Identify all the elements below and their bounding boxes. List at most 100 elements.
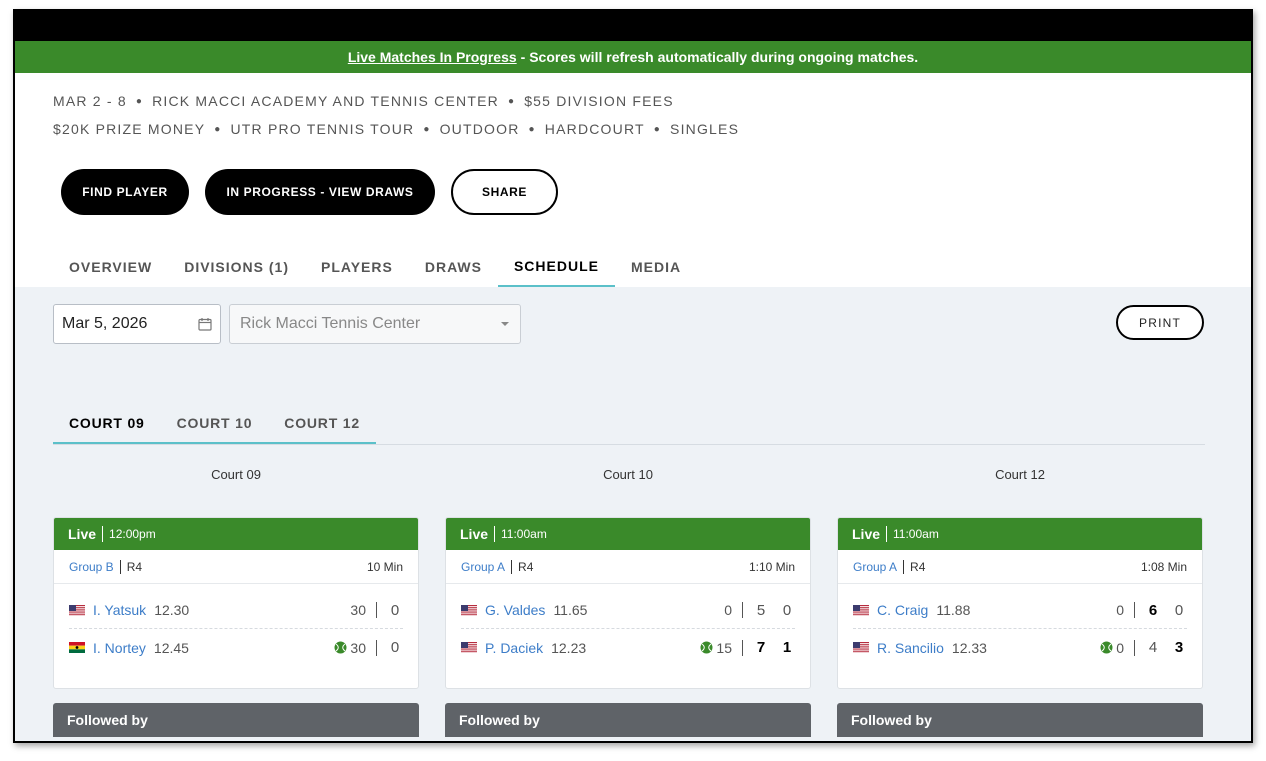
- live-matches-link[interactable]: Live Matches In Progress: [348, 49, 517, 65]
- set-score: 7: [756, 639, 766, 656]
- meta-separator: ●: [653, 123, 662, 135]
- match-group-round: Group B R4: [69, 559, 143, 574]
- match-card[interactable]: Live 12:00pm Group B R4 10 Min I. Yatsuk 12.30…: [53, 517, 419, 689]
- main-tabs: OVERVIEW DIVISIONS (1) PLAYERS DRAWS SCHEDUL…: [53, 247, 697, 287]
- player-rating: 11.88: [936, 602, 971, 618]
- match-status-bar: Live 11:00am: [446, 518, 810, 550]
- match-time: 11:00am: [893, 527, 939, 541]
- venue-select[interactable]: Rick Macci Tennis Center: [229, 304, 521, 344]
- match-time: 11:00am: [501, 527, 547, 541]
- player-row: R. Sancilio 12.33 0 4 3: [853, 629, 1187, 666]
- player-scores: 15 7 1: [700, 639, 795, 656]
- player-row: G. Valdes 11.65 0 5 0: [461, 592, 795, 629]
- match-group-round: Group A R4: [853, 559, 926, 574]
- serving-ball-icon: [1100, 641, 1113, 654]
- top-bar: [15, 11, 1251, 41]
- court-column: Court 10 Live 11:00am Group A R4 1:10 Min G. V…: [445, 467, 811, 737]
- player-name-link[interactable]: C. Craig: [877, 602, 928, 618]
- calendar-icon: [198, 318, 212, 331]
- meta-separator: ●: [528, 123, 536, 135]
- group-link[interactable]: Group A: [461, 559, 513, 574]
- date-value: Mar 5, 2026: [62, 315, 148, 332]
- live-banner: Live Matches In Progress - Scores will r…: [15, 41, 1251, 73]
- score-divider: [1134, 639, 1135, 656]
- followed-by-header: Followed by: [445, 703, 811, 737]
- players-list: C. Craig 11.88 0 6 0 R. Sancilio 12.33 0 4 3: [838, 592, 1202, 666]
- score-divider: [742, 602, 743, 618]
- meta-item: $55 DIVISION FEES: [524, 93, 674, 109]
- live-label: Live: [460, 526, 496, 542]
- player-scores: 050: [724, 602, 795, 619]
- group-link[interactable]: Group A: [853, 559, 905, 574]
- game-points: 30: [334, 640, 366, 656]
- meta-item: SINGLES: [670, 121, 740, 137]
- points-value: 30: [350, 602, 366, 618]
- followed-by-header: Followed by: [53, 703, 419, 737]
- match-time: 12:00pm: [109, 527, 156, 541]
- player-row: I. Nortey 12.45 30 0: [69, 629, 403, 666]
- meta-separator: ●: [507, 95, 516, 107]
- players-list: I. Yatsuk 12.30 30 0 I. Nortey 12.45 30 0: [54, 592, 418, 666]
- match-status-bar: Live 12:00pm: [54, 518, 418, 550]
- tournament-meta: MAR 2 - 8 ● RICK MACCI ACADEMY AND TENNIS …: [15, 73, 1251, 143]
- view-draws-button[interactable]: IN PROGRESS - VIEW DRAWS: [205, 169, 435, 215]
- group-link[interactable]: Group B: [69, 559, 121, 574]
- find-player-button[interactable]: FIND PLAYER: [61, 169, 189, 215]
- player-rating: 12.30: [154, 602, 190, 618]
- browser-window: Live Matches In Progress - Scores will r…: [13, 9, 1253, 743]
- court-title: Court 10: [603, 467, 653, 482]
- meta-separator: ●: [423, 123, 431, 135]
- share-button[interactable]: SHARE: [451, 169, 558, 215]
- player-row: I. Yatsuk 12.30 30 0: [69, 592, 403, 629]
- live-banner-text: - Scores will refresh automatically duri…: [520, 49, 919, 65]
- match-group-round: Group A R4: [461, 559, 534, 574]
- print-button[interactable]: PRINT: [1116, 305, 1204, 340]
- court-tab-10[interactable]: COURT 10: [160, 403, 269, 444]
- chevron-down-icon: [501, 322, 509, 326]
- player-name-link[interactable]: G. Valdes: [485, 602, 545, 618]
- set-score: 0: [1174, 601, 1184, 619]
- match-info: Group A R4 1:08 Min: [838, 550, 1202, 584]
- set-score: 3: [1174, 639, 1184, 656]
- ghana-flag-icon: [69, 642, 85, 653]
- player-name-link[interactable]: I. Yatsuk: [93, 602, 146, 618]
- court-column: Court 12 Live 11:00am Group A R4 1:08 Min C. C…: [837, 467, 1203, 737]
- players-list: G. Valdes 11.65 0 5 0 P. Daciek 12.23 15 7 1: [446, 592, 810, 666]
- player-name-link[interactable]: P. Daciek: [485, 640, 543, 656]
- match-card[interactable]: Live 11:00am Group A R4 1:10 Min G. Valdes 11.…: [445, 517, 811, 689]
- player-rating: 12.45: [153, 639, 189, 656]
- tab-draws[interactable]: DRAWS: [409, 247, 498, 287]
- court-title: Court 09: [211, 467, 261, 482]
- set-score: 1: [782, 639, 792, 656]
- date-picker[interactable]: Mar 5, 2026: [53, 304, 221, 344]
- tab-divisions-1[interactable]: DIVISIONS (1): [168, 247, 305, 287]
- tab-media[interactable]: MEDIA: [615, 247, 697, 287]
- player-name-link[interactable]: I. Nortey: [93, 640, 146, 656]
- meta-separator: ●: [135, 95, 144, 107]
- court-tab-12[interactable]: COURT 12: [268, 403, 376, 444]
- court-tab-09[interactable]: COURT 09: [53, 403, 161, 444]
- match-duration: 10 Min: [366, 559, 403, 574]
- round-label: R4: [518, 559, 534, 574]
- player-name-link[interactable]: R. Sancilio: [877, 640, 944, 656]
- match-card[interactable]: Live 11:00am Group A R4 1:08 Min C. Craig 11.8…: [837, 517, 1203, 689]
- game-points: 15: [700, 640, 732, 656]
- followed-by-header: Followed by: [837, 703, 1203, 737]
- score-divider: [376, 602, 377, 618]
- match-duration: 1:10 Min: [748, 559, 795, 574]
- points-value: 0: [1116, 639, 1124, 656]
- us-flag-icon: [461, 604, 477, 616]
- meta-item: $20K PRIZE MONEY: [53, 121, 206, 137]
- player-scores: 0 43: [1100, 639, 1187, 656]
- points-value: 0: [724, 602, 732, 618]
- venue-value: Rick Macci Tennis Center: [240, 315, 421, 332]
- us-flag-icon: [853, 642, 869, 653]
- score-divider: [742, 639, 743, 656]
- us-flag-icon: [853, 604, 869, 616]
- tab-players[interactable]: PLAYERS: [305, 247, 409, 287]
- round-label: R4: [126, 559, 143, 574]
- round-label: R4: [910, 559, 926, 574]
- action-buttons: FIND PLAYER IN PROGRESS - VIEW DRAWS SHA…: [61, 169, 558, 215]
- tab-schedule[interactable]: SCHEDULE: [497, 247, 615, 287]
- tab-overview[interactable]: OVERVIEW: [53, 247, 168, 287]
